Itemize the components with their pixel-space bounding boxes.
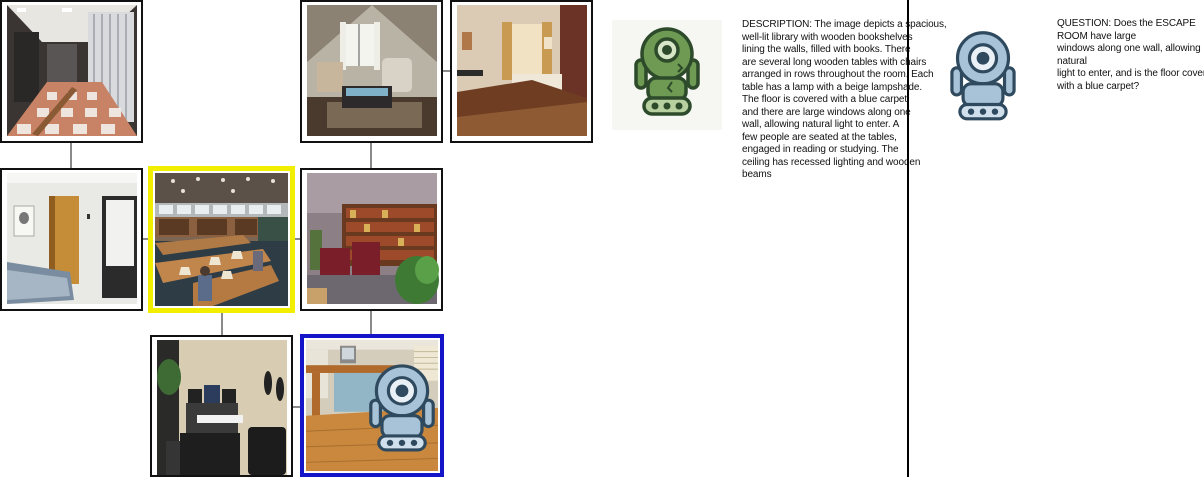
question-line: QUESTION: Does the ESCAPE ROOM have larg…: [1057, 18, 1196, 42]
question-panel: QUESTION: Does the ESCAPE ROOM have larg…: [1057, 18, 1204, 98]
robot-blue-icon: [369, 364, 435, 452]
description-line: ceiling has recessed lighting and wooden: [742, 156, 921, 168]
office-image: [304, 338, 440, 473]
connector-library-studio: [221, 310, 223, 336]
description-line: beams: [742, 169, 772, 180]
room-map: [0, 0, 600, 477]
room-library-current[interactable]: [148, 166, 295, 313]
room-bedroom[interactable]: [0, 168, 143, 311]
panel-divider: [907, 0, 909, 477]
question-line: light to enter, and is the floor covered: [1057, 68, 1204, 79]
description-line: DESCRIPTION: The image depicts a spaciou…: [742, 19, 947, 30]
description-text: DESCRIPTION: The image depicts a spaciou…: [742, 19, 962, 182]
robot-green-card: [612, 20, 722, 130]
robot-blue-icon: [950, 31, 1016, 121]
room-office-agent[interactable]: [300, 334, 444, 477]
description-line: The floor is covered with a blue carpet,: [742, 94, 910, 105]
description-line: engaged in reading or studying. The: [742, 144, 899, 155]
room-locker-room[interactable]: [0, 0, 143, 143]
connector-shelves-office: [370, 310, 372, 336]
hotel-room-image: [452, 2, 591, 141]
music-studio-image: [152, 337, 291, 475]
attic-living-room-image: [302, 2, 441, 141]
room-library-bookshelves[interactable]: [300, 168, 443, 311]
robot-blue-large: [944, 28, 1022, 122]
question-text: QUESTION: Does the ESCAPE ROOM have larg…: [1057, 18, 1204, 93]
description-line: and there are large windows along one: [742, 106, 911, 118]
room-hotel-room[interactable]: [450, 0, 593, 143]
description-line: table has a lamp with a beige lampshade.: [742, 81, 923, 93]
description-line: arranged in rows throughout the room. Ea…: [742, 69, 934, 80]
library-bookshelves-image: [302, 170, 441, 309]
description-line: are several long wooden tables with chai…: [742, 56, 927, 68]
room-music-studio[interactable]: [150, 335, 293, 477]
robot-green-icon: [634, 27, 700, 116]
description-line: well-lit library with wooden bookshelves: [742, 31, 913, 43]
description-line: lining the walls, filled with books. The…: [742, 44, 911, 55]
connector-attic-library-shelves: [370, 142, 372, 170]
room-attic-living-room[interactable]: [300, 0, 443, 143]
connector-locker-bedroom: [70, 142, 72, 170]
bedroom-image: [2, 170, 141, 309]
question-line: windows along one wall, allowing natural: [1057, 43, 1201, 67]
question-line: with a blue carpet?: [1057, 80, 1140, 92]
description-line: few people are seated at the tables,: [742, 131, 897, 143]
library-image: [153, 171, 290, 308]
description-line: wall, allowing natural light to enter. A: [742, 119, 900, 130]
locker-room-image: [2, 2, 141, 141]
